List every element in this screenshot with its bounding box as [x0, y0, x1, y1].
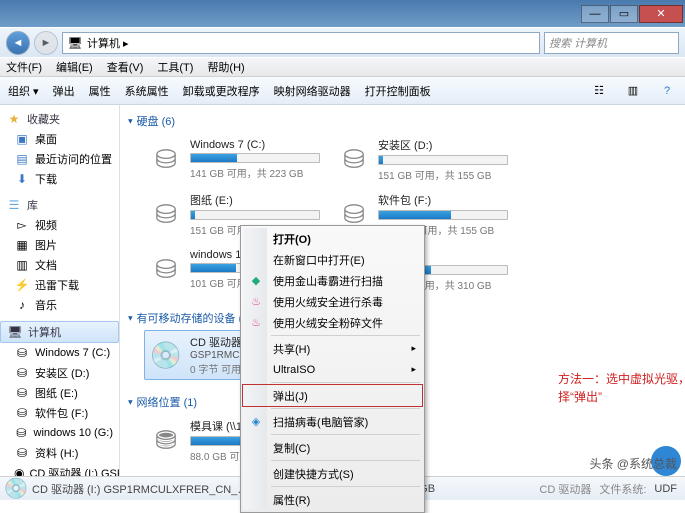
hdd-icon: ⛁ [148, 197, 184, 233]
sidebar-item-cd[interactable]: ◉CD 驱动器 (I:) GSP1… [0, 463, 119, 476]
star-icon: ★ [6, 111, 22, 127]
shield-icon: ◈ [248, 414, 264, 430]
ctx-open-new[interactable]: 在新窗口中打开(E) [243, 249, 422, 270]
drive-d[interactable]: ⛁安装区 (D:)151 GB 可用，共 155 GB [332, 133, 512, 186]
ctx-scan-qq[interactable]: ◈扫描病毒(电脑管家) [243, 411, 422, 432]
menu-bar: 文件(F) 编辑(E) 查看(V) 工具(T) 帮助(H) [0, 57, 685, 77]
menu-edit[interactable]: 编辑(E) [56, 59, 93, 75]
hdd-icon: ⛁ [148, 252, 184, 288]
view-options-icon[interactable]: ☷ [589, 81, 609, 101]
ctx-open[interactable]: 打开(O) [243, 228, 422, 249]
document-icon: ▥ [14, 257, 30, 273]
music-icon: ♪ [14, 297, 30, 313]
cd-icon: ◉ [14, 465, 24, 476]
sidebar-computer-header[interactable]: 🖥计算机 [0, 321, 119, 343]
sidebar-item-thunder[interactable]: ⚡迅雷下载 [0, 275, 119, 295]
address-bar: ◄ ► 🖥 计算机 ▸ 搜索 计算机 [0, 27, 685, 57]
flame-icon: ♨ [248, 294, 264, 310]
uninstall-button[interactable]: 卸载或更改程序 [183, 83, 260, 99]
context-menu: 打开(O) 在新窗口中打开(E) ◆使用金山毒霸进行扫描 ♨使用火绒安全进行杀毒… [240, 225, 425, 513]
sidebar-item-g[interactable]: ⛁windows 10 (G:) [0, 423, 119, 443]
hdd-icon: ⛁ [148, 142, 184, 178]
menu-file[interactable]: 文件(F) [6, 59, 42, 75]
netdrive-icon: ⛃ [148, 423, 184, 459]
minimize-button[interactable]: — [581, 5, 609, 23]
eject-button[interactable]: 弹出 [53, 83, 75, 99]
command-bar: 组织 ▾ 弹出 属性 系统属性 卸载或更改程序 映射网络驱动器 打开控制面板 ☷… [0, 77, 685, 105]
sidebar-item-desktop[interactable]: ▣桌面 [0, 129, 119, 149]
submenu-arrow-icon: ▸ [411, 343, 416, 354]
drive-icon: ⛁ [14, 425, 29, 441]
ctx-copy[interactable]: 复制(C) [243, 437, 422, 458]
drive-icon: ⛁ [14, 385, 30, 401]
breadcrumb[interactable]: 🖥 计算机 ▸ [62, 32, 540, 54]
sidebar-item-f[interactable]: ⛁软件包 (F:) [0, 403, 119, 423]
desktop-icon: ▣ [14, 131, 30, 147]
ctx-huorong-shred[interactable]: ♨使用火绒安全粉碎文件 [243, 312, 422, 333]
menu-tools[interactable]: 工具(T) [157, 59, 193, 75]
ctrlpanel-button[interactable]: 打开控制面板 [365, 83, 431, 99]
properties-button[interactable]: 属性 [89, 83, 111, 99]
maximize-button[interactable]: ▭ [610, 5, 638, 23]
ctx-shortcut[interactable]: 创建快捷方式(S) [243, 463, 422, 484]
sidebar-fav-header[interactable]: ★收藏夹 [0, 109, 119, 129]
computer-icon: 🖥 [7, 324, 23, 340]
submenu-arrow-icon: ▸ [411, 364, 416, 375]
sidebar-item-d[interactable]: ⛁安装区 (D:) [0, 363, 119, 383]
breadcrumb-text: 计算机 ▸ [87, 35, 129, 51]
cd-icon: 💿 [148, 337, 184, 373]
sysprops-button[interactable]: 系统属性 [125, 83, 169, 99]
status-name: CD 驱动器 (I:) GSP1RMCULXFRER_CN_… [32, 481, 248, 497]
nav-sidebar: ★收藏夹 ▣桌面 ▤最近访问的位置 ⬇下载 ☰库 ▻视频 ▦图片 ▥文档 ⚡迅雷… [0, 105, 120, 476]
sidebar-item-pictures[interactable]: ▦图片 [0, 235, 119, 255]
sidebar-item-downloads[interactable]: ⬇下载 [0, 169, 119, 189]
sidebar-item-recent[interactable]: ▤最近访问的位置 [0, 149, 119, 169]
mapnet-button[interactable]: 映射网络驱动器 [274, 83, 351, 99]
menu-help[interactable]: 帮助(H) [207, 59, 244, 75]
ctx-huorong-scan[interactable]: ♨使用火绒安全进行杀毒 [243, 291, 422, 312]
ctx-share[interactable]: 共享(H)▸ [243, 338, 422, 359]
thunder-icon: ⚡ [14, 277, 30, 293]
preview-pane-icon[interactable]: ▥ [623, 81, 643, 101]
video-icon: ▻ [14, 217, 30, 233]
forward-button[interactable]: ► [34, 31, 58, 55]
organize-button[interactable]: 组织 ▾ [8, 83, 39, 99]
window-titlebar: — ▭ ✕ [0, 0, 685, 27]
close-button[interactable]: ✕ [639, 5, 683, 23]
drive-icon: ⛁ [14, 445, 30, 461]
ctx-eject[interactable]: 弹出(J) [243, 385, 422, 406]
sidebar-lib-header[interactable]: ☰库 [0, 195, 119, 215]
flame-icon: ♨ [248, 315, 264, 331]
sidebar-item-documents[interactable]: ▥文档 [0, 255, 119, 275]
hdd-icon: ⛁ [336, 142, 372, 178]
sidebar-item-e[interactable]: ⛁图纸 (E:) [0, 383, 119, 403]
drive-icon: ⛁ [14, 345, 30, 361]
group-hdd[interactable]: 硬盘 (6) [120, 105, 685, 133]
sidebar-item-h[interactable]: ⛁资料 (H:) [0, 443, 119, 463]
sidebar-item-music[interactable]: ♪音乐 [0, 295, 119, 315]
sidebar-item-video[interactable]: ▻视频 [0, 215, 119, 235]
drive-icon: ⛁ [14, 405, 30, 421]
menu-view[interactable]: 查看(V) [107, 59, 144, 75]
drive-icon: ⛁ [14, 365, 30, 381]
shield-icon: ◆ [248, 273, 264, 289]
picture-icon: ▦ [14, 237, 30, 253]
cd-icon: 💿 [8, 481, 24, 497]
drive-c[interactable]: ⛁Windows 7 (C:)141 GB 可用，共 223 GB [144, 133, 324, 186]
help-icon[interactable]: ? [657, 81, 677, 101]
recent-icon: ▤ [14, 151, 30, 167]
download-icon: ⬇ [14, 171, 30, 187]
sidebar-item-c[interactable]: ⛁Windows 7 (C:) [0, 343, 119, 363]
annotation-text: 方法一：选中虚拟光驱，单击右键，选择“弹出” [558, 370, 685, 406]
search-input[interactable]: 搜索 计算机 [544, 32, 679, 54]
ctx-ultraiso[interactable]: UltraISO▸ [243, 359, 422, 380]
watermark-text: 头条 @系统总裁 [589, 455, 677, 472]
library-icon: ☰ [6, 197, 22, 213]
ctx-jinshan[interactable]: ◆使用金山毒霸进行扫描 [243, 270, 422, 291]
back-button[interactable]: ◄ [6, 31, 30, 55]
computer-icon: 🖥 [67, 35, 83, 51]
